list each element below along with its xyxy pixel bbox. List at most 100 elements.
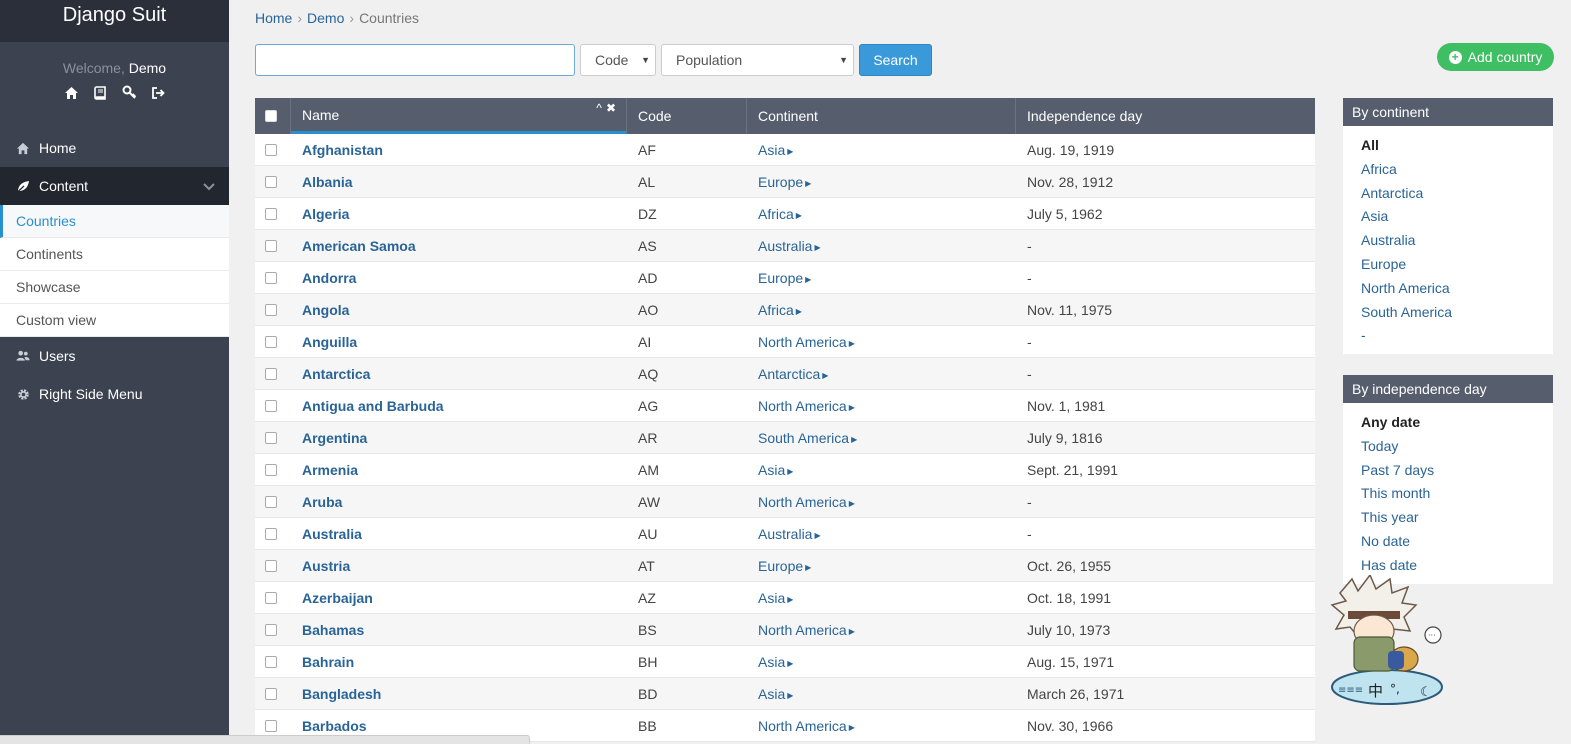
sort-ascending-icon[interactable]: ^ (596, 101, 606, 115)
country-link[interactable]: Azerbaijan (302, 590, 373, 606)
filter-option[interactable]: All (1361, 134, 1553, 158)
brand-title[interactable]: Django Suit (0, 0, 229, 42)
code-select[interactable]: Code ▼ (580, 44, 656, 76)
add-country-button[interactable]: + Add country (1437, 43, 1554, 71)
row-checkbox[interactable] (265, 719, 277, 732)
continent-link[interactable]: Asia ▶ (758, 686, 793, 702)
menu-item-right-side-menu[interactable]: Right Side Menu (0, 375, 229, 413)
country-link[interactable]: Afghanistan (302, 142, 383, 158)
key-icon[interactable] (121, 84, 138, 101)
continent-link[interactable]: Australia ▶ (758, 526, 821, 542)
submenu-item-showcase[interactable]: Showcase (0, 271, 229, 304)
country-link[interactable]: Argentina (302, 430, 367, 446)
continent-link[interactable]: Antarctica ▶ (758, 366, 828, 382)
continent-link[interactable]: Europe ▶ (758, 174, 811, 190)
row-checkbox[interactable] (265, 239, 277, 252)
continent-link[interactable]: South America ▶ (758, 430, 857, 446)
continent-link[interactable]: Asia ▶ (758, 590, 793, 606)
home-icon[interactable] (63, 84, 80, 101)
row-checkbox[interactable] (265, 207, 277, 220)
row-checkbox[interactable] (265, 591, 277, 604)
continent-link[interactable]: Asia ▶ (758, 654, 793, 670)
menu-item-content[interactable]: Content (0, 167, 229, 205)
select-all-checkbox[interactable] (265, 110, 277, 122)
filter-option[interactable]: This month (1361, 482, 1553, 506)
country-link[interactable]: Angola (302, 302, 349, 318)
breadcrumb-home[interactable]: Home (255, 10, 292, 26)
filter-option[interactable]: Past 7 days (1361, 459, 1553, 483)
row-checkbox[interactable] (265, 495, 277, 508)
country-link[interactable]: Bahamas (302, 622, 364, 638)
continent-link[interactable]: North America ▶ (758, 494, 855, 510)
continent-link[interactable]: Asia ▶ (758, 142, 793, 158)
remove-sort-icon[interactable]: ✖ (606, 101, 620, 115)
row-checkbox[interactable] (265, 335, 277, 348)
continent-link[interactable]: Africa ▶ (758, 302, 802, 318)
filter-option[interactable]: Any date (1361, 411, 1553, 435)
menu-item-home[interactable]: Home (0, 129, 229, 167)
filter-option[interactable]: - (1361, 324, 1553, 348)
mascot-widget[interactable]: ··· ≡≡≡ 中 °, ☾ (1330, 573, 1450, 707)
row-checkbox[interactable] (265, 143, 277, 156)
row-checkbox[interactable] (265, 367, 277, 380)
column-header-continent[interactable]: Continent (747, 98, 1016, 134)
submenu-item-custom-view[interactable]: Custom view (0, 304, 229, 337)
continent-link[interactable]: Africa ▶ (758, 206, 802, 222)
breadcrumb-demo[interactable]: Demo (307, 10, 344, 26)
continent-link[interactable]: North America ▶ (758, 622, 855, 638)
continent-link[interactable]: North America ▶ (758, 398, 855, 414)
country-link[interactable]: Aruba (302, 494, 342, 510)
submenu-item-continents[interactable]: Continents (0, 238, 229, 271)
continent-link[interactable]: North America ▶ (758, 718, 855, 734)
row-checkbox[interactable] (265, 687, 277, 700)
country-link[interactable]: Bahrain (302, 654, 354, 670)
filter-option[interactable]: North America (1361, 277, 1553, 301)
country-link[interactable]: Andorra (302, 270, 356, 286)
filter-option[interactable]: Europe (1361, 253, 1553, 277)
row-checkbox[interactable] (265, 271, 277, 284)
country-link[interactable]: Anguilla (302, 334, 357, 350)
filter-option[interactable]: Antarctica (1361, 182, 1553, 206)
row-checkbox[interactable] (265, 559, 277, 572)
continent-link[interactable]: Europe ▶ (758, 270, 811, 286)
column-header-code[interactable]: Code (627, 98, 747, 134)
country-link[interactable]: Australia (302, 526, 362, 542)
country-link[interactable]: Armenia (302, 462, 358, 478)
row-checkbox[interactable] (265, 623, 277, 636)
row-checkbox[interactable] (265, 431, 277, 444)
filter-option[interactable]: No date (1361, 530, 1553, 554)
row-checkbox[interactable] (265, 527, 277, 540)
row-checkbox[interactable] (265, 175, 277, 188)
row-checkbox[interactable] (265, 399, 277, 412)
menu-item-users[interactable]: Users (0, 337, 229, 375)
filter-option[interactable]: Australia (1361, 229, 1553, 253)
row-checkbox[interactable] (265, 655, 277, 668)
continent-link[interactable]: Asia ▶ (758, 462, 793, 478)
filter-option[interactable]: Today (1361, 435, 1553, 459)
sign-out-icon[interactable] (150, 84, 167, 101)
row-checkbox[interactable] (265, 303, 277, 316)
continent-link[interactable]: North America ▶ (758, 334, 855, 350)
country-link[interactable]: Algeria (302, 206, 349, 222)
continent-link[interactable]: Europe ▶ (758, 558, 811, 574)
search-input[interactable] (255, 44, 575, 76)
column-header-independence[interactable]: Independence day (1016, 98, 1315, 134)
row-checkbox[interactable] (265, 463, 277, 476)
country-link[interactable]: Austria (302, 558, 350, 574)
country-link[interactable]: Bangladesh (302, 686, 381, 702)
filter-option[interactable]: Africa (1361, 158, 1553, 182)
country-link[interactable]: Antigua and Barbuda (302, 398, 444, 414)
filter-option[interactable]: Has date (1361, 554, 1553, 578)
country-link[interactable]: Albania (302, 174, 353, 190)
filter-option[interactable]: South America (1361, 301, 1553, 325)
filter-option[interactable]: Asia (1361, 205, 1553, 229)
country-link[interactable]: Antarctica (302, 366, 370, 382)
book-icon[interactable] (92, 84, 109, 101)
search-button[interactable]: Search (859, 44, 932, 76)
filter-option[interactable]: This year (1361, 506, 1553, 530)
submenu-item-countries[interactable]: Countries (0, 205, 229, 238)
country-link[interactable]: Barbados (302, 718, 367, 734)
country-link[interactable]: American Samoa (302, 238, 416, 254)
population-select[interactable]: Population ▼ (661, 44, 854, 76)
continent-link[interactable]: Australia ▶ (758, 238, 821, 254)
